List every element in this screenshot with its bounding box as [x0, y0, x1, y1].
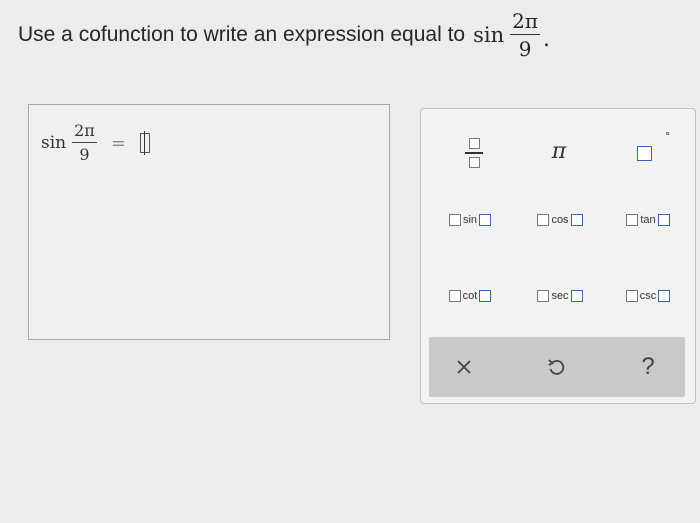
- tan-label: tan: [640, 214, 656, 226]
- pi-button[interactable]: π: [539, 131, 579, 171]
- cot-template-button[interactable]: cot: [435, 281, 505, 311]
- question-expression: sin 2π 9 .: [473, 11, 550, 59]
- cot-left-slot-icon: [448, 290, 461, 302]
- degree-button[interactable]: °: [627, 129, 670, 169]
- sec-template-button[interactable]: sec: [525, 281, 595, 311]
- fraction-numerator-slot-icon: [468, 138, 480, 150]
- csc-left-slot-icon: [625, 290, 638, 302]
- fraction-template-button[interactable]: [457, 131, 491, 175]
- fraction-bar-icon: [465, 152, 483, 154]
- question-func: sin: [473, 23, 505, 47]
- help-button[interactable]: ?: [613, 337, 683, 397]
- cot-label: cot: [462, 290, 478, 302]
- question-period: .: [543, 26, 550, 52]
- close-icon: [457, 360, 471, 374]
- tan-left-slot-icon: [626, 214, 639, 226]
- sec-argument-slot-icon: [570, 290, 583, 302]
- undo-button[interactable]: [521, 337, 591, 397]
- tan-template-button[interactable]: tan: [613, 205, 683, 235]
- degree-symbol: °: [665, 129, 670, 143]
- equals-sign: =: [110, 132, 126, 154]
- answer-entry-slot[interactable]: [139, 131, 150, 155]
- cos-label: cos: [551, 214, 569, 226]
- degree-slot-icon: [636, 145, 652, 161]
- clear-button[interactable]: [429, 337, 499, 397]
- answer-func: sin: [41, 133, 67, 153]
- fraction-denominator-slot-icon: [468, 156, 480, 168]
- sin-label: sin: [462, 214, 478, 226]
- question-text: Use a cofunction to write an expression …: [18, 4, 550, 66]
- csc-template-button[interactable]: csc: [613, 281, 683, 311]
- answer-fraction: 2π 9: [72, 123, 97, 163]
- csc-label: csc: [639, 290, 657, 302]
- question-fraction: 2π 9: [510, 11, 540, 59]
- pi-symbol: π: [551, 138, 567, 164]
- answer-numerator: 2π: [72, 123, 97, 143]
- csc-argument-slot-icon: [658, 290, 671, 302]
- help-label: ?: [641, 353, 655, 380]
- question-prefix: Use a cofunction to write an expression …: [18, 23, 466, 46]
- sec-left-slot-icon: [537, 290, 550, 302]
- undo-icon: [548, 359, 565, 375]
- sin-argument-slot-icon: [479, 214, 492, 226]
- question-denominator: 9: [518, 37, 532, 61]
- cos-argument-slot-icon: [570, 214, 583, 226]
- tan-argument-slot-icon: [657, 214, 670, 226]
- palette-toolbar: ?: [429, 337, 685, 397]
- sec-label: sec: [551, 290, 569, 302]
- answer-denominator: 9: [79, 145, 90, 164]
- question-numerator: 2π: [510, 9, 540, 35]
- answer-expression: sin 2π 9 =: [41, 123, 150, 163]
- cos-template-button[interactable]: cos: [525, 205, 595, 235]
- math-palette: π ° sin cos tan cot sec csc ?: [420, 108, 696, 404]
- cos-left-slot-icon: [537, 214, 550, 226]
- sin-template-button[interactable]: sin: [435, 205, 505, 235]
- cot-argument-slot-icon: [479, 290, 492, 302]
- answer-input-box[interactable]: sin 2π 9 =: [28, 104, 390, 340]
- sin-left-slot-icon: [448, 214, 461, 226]
